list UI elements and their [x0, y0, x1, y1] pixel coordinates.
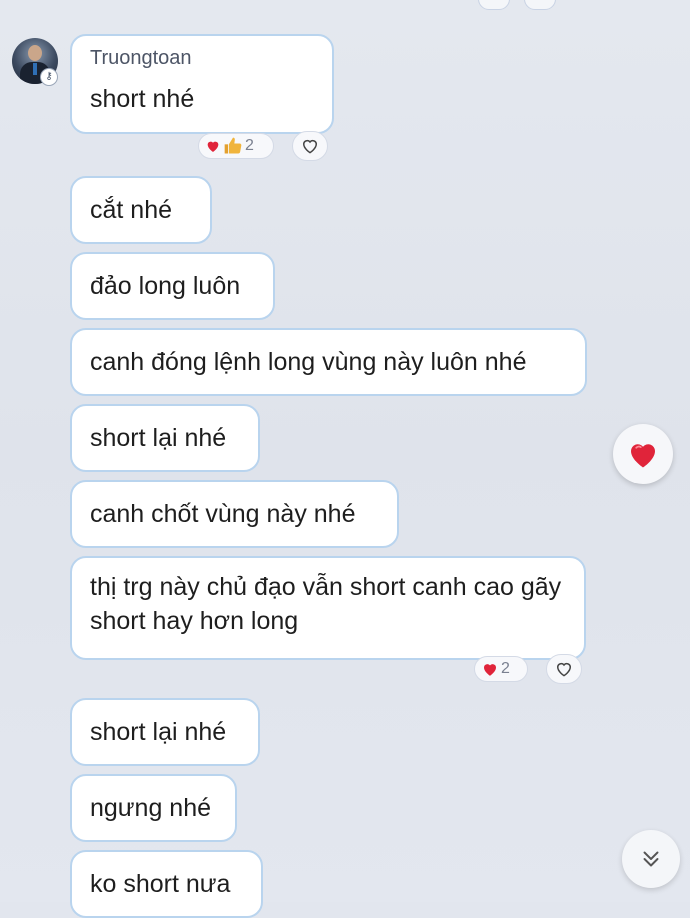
message-bubble[interactable]: canh chốt vùng này nhé: [70, 480, 399, 548]
message-text: ko short nưa: [90, 870, 231, 898]
previous-reactions: [478, 0, 556, 10]
heart-icon: [484, 664, 496, 676]
message-bubble[interactable]: thị trg này chủ đạo vẫn short canh cao g…: [70, 556, 586, 660]
message-text: short lại nhé: [90, 718, 227, 746]
quick-heart-button[interactable]: [613, 424, 673, 484]
message-text: cắt nhé: [90, 196, 173, 224]
message-bubble[interactable]: ngưng nhé: [70, 774, 237, 842]
thumbs-up-icon: [224, 137, 242, 154]
double-chevron-down-icon: [643, 851, 659, 867]
message-bubble[interactable]: short lại nhé: [70, 404, 260, 472]
heart-icon: [631, 444, 655, 468]
reaction-summary[interactable]: 2: [474, 656, 528, 682]
reaction-count: 2: [501, 660, 510, 677]
heart-outline-icon: [556, 662, 572, 677]
chat-area[interactable]: ⚷ short nhé Truongtoan 2 cắt nhé đảo lon…: [0, 0, 690, 918]
scroll-to-bottom-button[interactable]: [622, 830, 680, 888]
heart-outline-icon: [302, 139, 318, 154]
message-text: thị trg này chủ đạo vẫn short canh cao g…: [90, 573, 562, 635]
message-bubble[interactable]: đảo long luôn: [70, 252, 275, 320]
heart-icon: [207, 141, 219, 152]
key-icon: ⚷: [40, 68, 58, 86]
message-bubble[interactable]: cắt nhé: [70, 176, 212, 244]
reaction-count: 2: [245, 137, 254, 154]
message-bubble[interactable]: short lại nhé: [70, 698, 260, 766]
message-text: short lại nhé: [90, 424, 227, 452]
react-button[interactable]: [546, 654, 582, 684]
message-text: canh chốt vùng này nhé: [90, 500, 356, 528]
message-bubble[interactable]: canh đóng lệnh long vùng này luôn nhé: [70, 328, 587, 396]
react-button[interactable]: [292, 131, 328, 161]
message-text: short nhé: [90, 85, 195, 113]
message-bubble[interactable]: ko short nưa: [70, 850, 263, 918]
reaction-summary[interactable]: 2: [198, 133, 274, 159]
message-text: đảo long luôn: [90, 272, 241, 300]
message-text: canh đóng lệnh long vùng này luôn nhé: [90, 348, 527, 376]
message-text: ngưng nhé: [90, 794, 212, 822]
sender-name: Truongtoan: [90, 47, 192, 69]
